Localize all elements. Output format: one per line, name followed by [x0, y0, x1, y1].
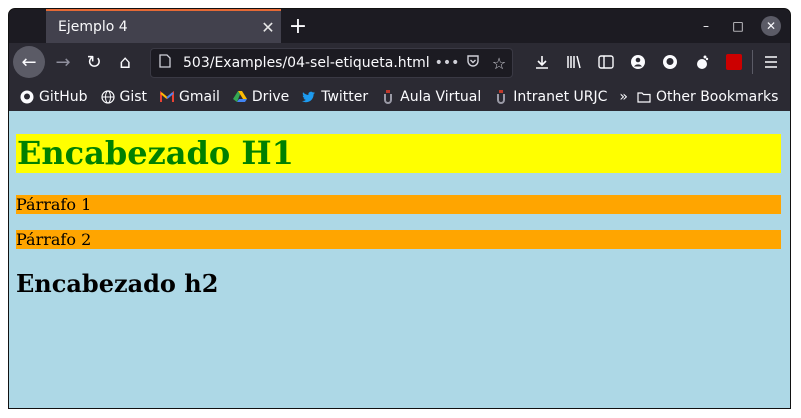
browser-window: Ejemplo 4 ✕ + – □ ✕ ← → ↻ ⌂ 503/Examples… — [8, 8, 791, 409]
other-bookmarks[interactable]: Other Bookmarks — [636, 89, 778, 105]
paragraph-2: Párrafo 2 — [16, 230, 781, 249]
navigation-bar: ← → ↻ ⌂ 503/Examples/04-sel-etiqueta.htm… — [9, 43, 790, 83]
bookmark-twitter[interactable]: Twitter — [301, 89, 368, 105]
pocket-icon[interactable] — [460, 54, 486, 72]
bookmark-label: Gist — [119, 89, 148, 105]
github-icon — [19, 89, 35, 105]
bookmark-gmail[interactable]: Gmail — [159, 89, 220, 105]
page-content: Encabezado H1 Párrafo 1 Párrafo 2 Encabe… — [9, 111, 790, 408]
heading-h1: Encabezado H1 — [16, 134, 781, 173]
urjc-icon — [380, 89, 396, 105]
bookmark-intranet-urjc[interactable]: Intranet URJC — [493, 89, 607, 105]
bookmarks-overflow-button[interactable]: » — [619, 89, 628, 105]
home-button[interactable]: ⌂ — [110, 47, 140, 77]
bookmark-label: Intranet URJC — [513, 89, 608, 105]
minimize-button[interactable]: – — [695, 16, 717, 36]
back-button[interactable]: ← — [13, 46, 45, 78]
bookmark-label: Aula Virtual — [400, 89, 482, 105]
toolbar-separator — [752, 50, 753, 74]
drive-icon — [232, 89, 248, 105]
github-extension-icon[interactable] — [654, 47, 686, 77]
other-bookmarks-label: Other Bookmarks — [656, 89, 779, 105]
bookmark-label: Gmail — [179, 89, 220, 105]
reload-button[interactable]: ↻ — [79, 47, 109, 77]
new-tab-button[interactable]: + — [281, 9, 315, 43]
bookmark-label: Drive — [251, 89, 290, 105]
account-icon[interactable] — [622, 47, 654, 77]
paragraph-1: Párrafo 1 — [16, 195, 781, 214]
gmail-icon — [159, 89, 175, 105]
gnome-extension-icon[interactable] — [686, 47, 718, 77]
bookmarks-toolbar: GitHub Gist Gmail Drive Twitter Aula Vir… — [9, 83, 790, 111]
bookmark-aula-virtual[interactable]: Aula Virtual — [380, 89, 481, 105]
urjc-icon — [493, 89, 509, 105]
page-icon — [159, 54, 177, 72]
url-bar[interactable]: 503/Examples/04-sel-etiqueta.html ••• ☆ — [150, 48, 513, 78]
twitter-icon — [301, 89, 317, 105]
toolbar-icons — [526, 47, 787, 77]
red-extension-icon[interactable] — [718, 47, 750, 77]
url-text[interactable]: 503/Examples/04-sel-etiqueta.html — [183, 55, 434, 71]
tab-ejemplo-4[interactable]: Ejemplo 4 ✕ — [46, 9, 281, 43]
folder-icon — [636, 89, 652, 105]
heading-h2: Encabezado h2 — [16, 269, 219, 298]
tab-title: Ejemplo 4 — [58, 19, 128, 35]
maximize-button[interactable]: □ — [727, 16, 749, 36]
bookmark-drive[interactable]: Drive — [232, 89, 289, 105]
menu-icon[interactable] — [755, 47, 787, 77]
forward-button[interactable]: → — [48, 47, 78, 77]
bookmark-star-icon[interactable]: ☆ — [486, 54, 512, 73]
globe-icon — [100, 89, 116, 105]
library-icon[interactable] — [558, 47, 590, 77]
bookmark-github[interactable]: GitHub — [19, 89, 88, 105]
bookmark-gist[interactable]: Gist — [100, 89, 148, 105]
bookmark-label: GitHub — [39, 89, 88, 105]
page-actions-icon[interactable]: ••• — [434, 55, 460, 71]
bookmark-label: Twitter — [321, 89, 369, 105]
sidebar-icon[interactable] — [590, 47, 622, 77]
close-window-button[interactable]: ✕ — [761, 16, 781, 36]
tab-close-icon[interactable]: ✕ — [255, 18, 281, 37]
download-icon[interactable] — [526, 47, 558, 77]
tab-strip: Ejemplo 4 ✕ + – □ ✕ — [9, 9, 790, 43]
